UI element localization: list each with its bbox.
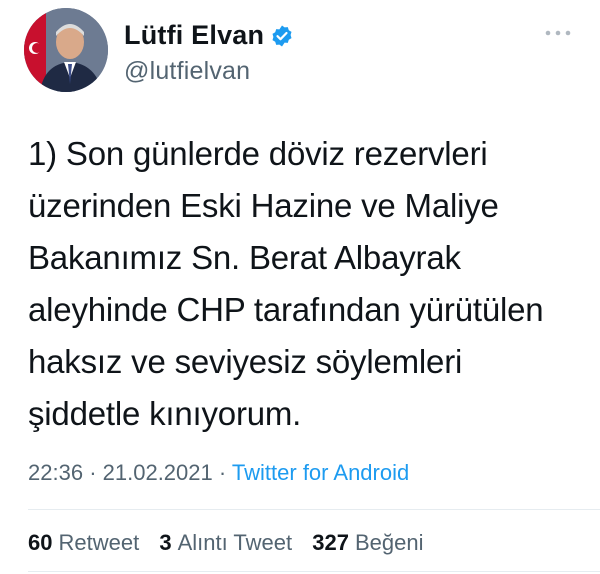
tweet-text-line: şiddetle kınıyorum. (28, 395, 302, 432)
quotes-count: 3 (159, 530, 172, 555)
retweets-label: Retweet (58, 530, 140, 555)
tweet-source-link[interactable]: Twitter for Android (232, 460, 409, 485)
avatar-photo (24, 8, 108, 92)
divider (28, 509, 600, 510)
tweet-meta: 22:36 · 21.02.2021 · Twitter for Android (28, 460, 409, 486)
author-block: Lütfi Elvan @lutfielvan (124, 20, 294, 86)
tweet-card: Lütfi Elvan @lutfielvan 1) Son günlerde … (0, 0, 600, 574)
user-handle[interactable]: @lutfielvan (124, 57, 294, 86)
tweet-text-line: haksız ve seviyesiz söylemleri (28, 343, 463, 380)
more-horizontal-icon[interactable] (544, 26, 572, 38)
likes-count: 327 (312, 530, 349, 555)
retweets-count: 60 (28, 530, 53, 555)
likes-stat[interactable]: 327 Beğeni (312, 530, 423, 555)
tweet-text: 1) Son günlerde döviz rezervleri üzerind… (28, 128, 578, 440)
avatar[interactable] (24, 8, 108, 92)
meta-separator: · (89, 460, 97, 485)
tweet-date[interactable]: 21.02.2021 (103, 460, 213, 485)
quotes-label: Alıntı Tweet (177, 530, 293, 555)
verified-badge-icon (270, 24, 294, 48)
divider (28, 571, 600, 572)
tweet-text-line: üzerinden Eski Hazine ve Maliye (28, 187, 499, 224)
display-name[interactable]: Lütfi Elvan (124, 20, 264, 51)
tweet-stats: 60 Retweet 3 Alıntı Tweet 327 Beğeni (28, 530, 437, 556)
tweet-text-line: aleyhinde CHP tarafından yürütülen (28, 291, 544, 328)
likes-label: Beğeni (354, 530, 424, 555)
meta-separator: · (218, 460, 227, 485)
tweet-text-line: 1) Son günlerde döviz rezervleri (28, 135, 488, 172)
tweet-time[interactable]: 22:36 (28, 460, 83, 485)
quotes-stat[interactable]: 3 Alıntı Tweet (159, 530, 298, 555)
retweets-stat[interactable]: 60 Retweet (28, 530, 145, 555)
tweet-text-line: Bakanımız Sn. Berat Albayrak (28, 239, 461, 276)
